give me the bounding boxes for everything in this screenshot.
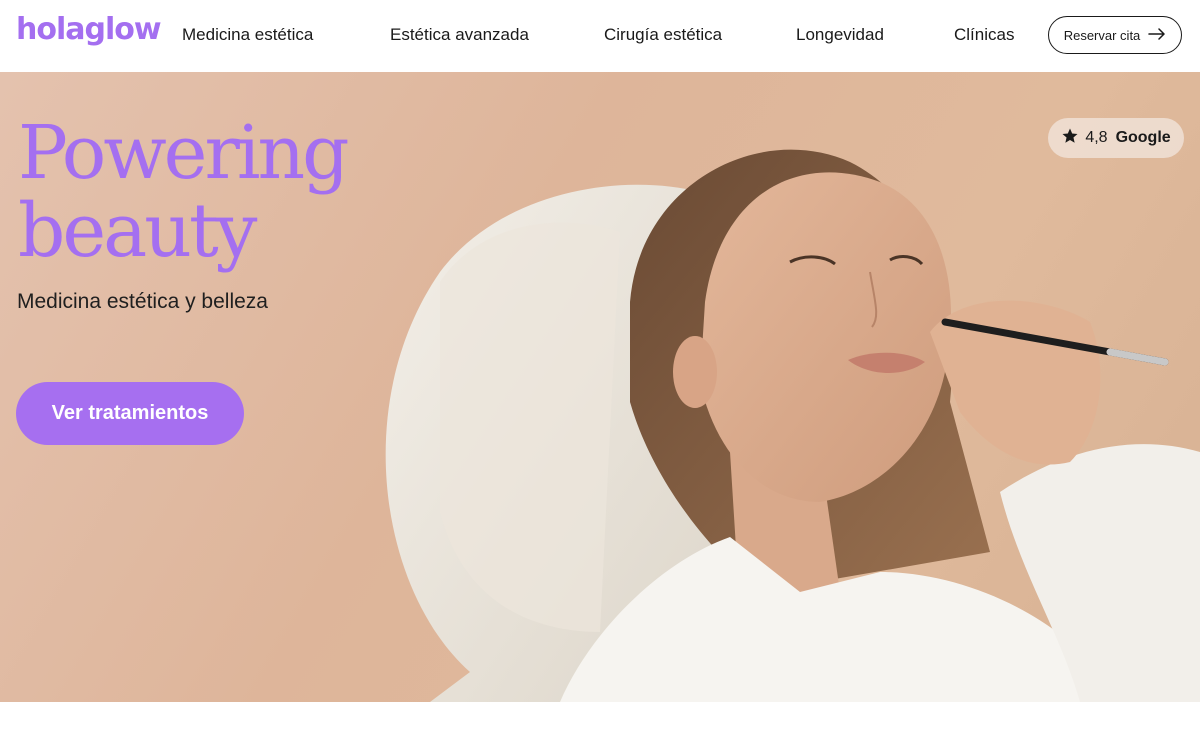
- reserve-button-label: Reservar cita: [1063, 27, 1141, 43]
- hero-subtitle: Medicina estética y belleza: [17, 290, 268, 313]
- hero-title-line-1: Powering: [18, 110, 350, 196]
- nav-link-estetica-avanzada[interactable]: Estética avanzada: [390, 25, 529, 45]
- hero-title: Powering beauty: [18, 114, 418, 270]
- hero-title-line-2: beauty: [18, 188, 257, 274]
- nav-link-longevidad[interactable]: Longevidad: [796, 25, 884, 45]
- below-hero-area: [0, 702, 1200, 750]
- nav-link-clinicas[interactable]: Clínicas: [954, 25, 1014, 45]
- nav-link-cirugia-estetica[interactable]: Cirugía estética: [604, 25, 722, 45]
- top-navigation: holaglow Medicina estética Estética avan…: [0, 0, 1200, 72]
- arrow-right-icon: [1148, 27, 1166, 43]
- rating-value: 4,8: [1085, 129, 1108, 146]
- reserve-appointment-button[interactable]: Reservar cita: [1048, 16, 1182, 54]
- rating-source: Google: [1115, 129, 1171, 146]
- star-icon: [1061, 127, 1079, 150]
- holaglow-logo[interactable]: holaglow: [16, 12, 162, 47]
- hero-section: Powering beauty Medicina estética y bell…: [0, 72, 1200, 702]
- view-treatments-button[interactable]: Ver tratamientos: [16, 382, 244, 445]
- google-rating-badge: 4,8 Google: [1048, 118, 1184, 158]
- nav-link-medicina-estetica[interactable]: Medicina estética: [182, 25, 313, 45]
